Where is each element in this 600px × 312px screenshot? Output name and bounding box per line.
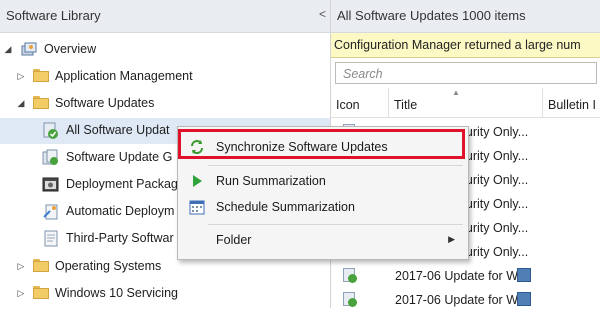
tree-item-label: Deployment Packag	[66, 177, 178, 191]
tree-item-windows-10-servicing[interactable]: ▷ Windows 10 Servicing	[0, 281, 330, 307]
results-header: All Software Updates 1000 items	[331, 0, 600, 33]
tree-item-label: Software Updates	[55, 96, 155, 110]
menu-item-label: Run Summarization	[216, 174, 326, 188]
column-header-icon[interactable]: Icon	[331, 88, 389, 118]
table-row[interactable]: 2017-06 Update for W...	[331, 288, 600, 312]
tree-item-label: All Software Updat	[66, 123, 170, 137]
menu-item-schedule-summarization[interactable]: Schedule Summarization	[179, 194, 465, 220]
software-updates-icon	[42, 122, 60, 140]
tree-item-label: Windows 10 Servicing	[55, 286, 178, 300]
collapsed-arrow-icon[interactable]: ▷	[16, 288, 26, 299]
bulletin-marker-icon	[517, 292, 531, 306]
overview-icon	[20, 41, 38, 59]
column-header-label: Title	[394, 98, 418, 112]
table-row[interactable]: 2017-06 Update for W...	[331, 264, 600, 288]
column-header-label: Bulletin I	[548, 98, 596, 112]
update-title: 2017-06 Update for W...	[395, 269, 528, 283]
menu-item-run-summarization[interactable]: Run Summarization	[179, 168, 465, 194]
menu-separator	[208, 165, 463, 166]
menu-item-label: Folder	[216, 233, 252, 247]
nav-title: Software Library	[6, 8, 101, 23]
deployment-package-icon	[42, 176, 60, 194]
expand-arrow-icon[interactable]: ◢	[3, 44, 13, 55]
tree-item-application-management[interactable]: ▷ Application Management	[0, 64, 330, 90]
column-header-label: Icon	[336, 98, 360, 112]
menu-item-synchronize-software-updates[interactable]: Synchronize Software Updates	[179, 134, 465, 160]
tree-item-label: Automatic Deploym	[66, 204, 175, 218]
results-title: All Software Updates 1000 items	[337, 8, 526, 23]
column-header-bulletin[interactable]: Bulletin I	[543, 88, 600, 118]
info-bar: Configuration Manager returned a large n…	[331, 33, 600, 58]
menu-item-folder[interactable]: Folder ▶	[179, 227, 465, 253]
nav-header: Software Library <	[0, 0, 330, 33]
automatic-deployment-icon	[42, 203, 60, 221]
menu-separator	[208, 224, 463, 225]
folder-icon	[33, 259, 49, 272]
tree-item-label: Overview	[44, 42, 97, 56]
update-group-icon	[42, 149, 60, 167]
schedule-icon	[189, 199, 205, 215]
tree-item-software-updates[interactable]: ◢ Software Updates	[0, 91, 330, 117]
run-icon	[189, 173, 205, 189]
search-box[interactable]	[335, 62, 597, 84]
search-input[interactable]	[341, 66, 585, 82]
third-party-icon	[42, 230, 60, 248]
software-update-icon	[343, 292, 357, 307]
expand-arrow-icon[interactable]: ◢	[16, 98, 26, 109]
sort-ascending-icon: ▲	[452, 88, 460, 97]
tree-item-overview[interactable]: ◢ Overview	[0, 37, 330, 63]
folder-icon	[33, 286, 49, 299]
context-menu: Synchronize Software Updates Run Summari…	[177, 126, 469, 260]
tree-item-label: Operating Systems	[55, 259, 162, 273]
collapsed-arrow-icon[interactable]: ▷	[16, 261, 26, 272]
menu-item-label: Schedule Summarization	[216, 200, 355, 214]
sync-icon	[189, 139, 205, 155]
column-header-title[interactable]: Title	[389, 88, 543, 118]
folder-icon	[33, 69, 49, 82]
collapsed-arrow-icon[interactable]: ▷	[16, 71, 26, 82]
bulletin-marker-icon	[517, 268, 531, 282]
software-update-icon	[343, 268, 357, 283]
info-message: Configuration Manager returned a large n…	[334, 38, 581, 52]
tree-item-label: Third-Party Softwar	[66, 231, 174, 245]
menu-item-label: Synchronize Software Updates	[216, 140, 388, 154]
submenu-arrow-icon: ▶	[448, 234, 455, 244]
folder-icon	[33, 96, 49, 109]
tree-item-label: Software Update G	[66, 150, 173, 164]
tree-item-label: Application Management	[55, 69, 193, 83]
update-title: 2017-06 Update for W...	[395, 293, 528, 307]
collapse-pane-button[interactable]: <	[319, 7, 326, 21]
